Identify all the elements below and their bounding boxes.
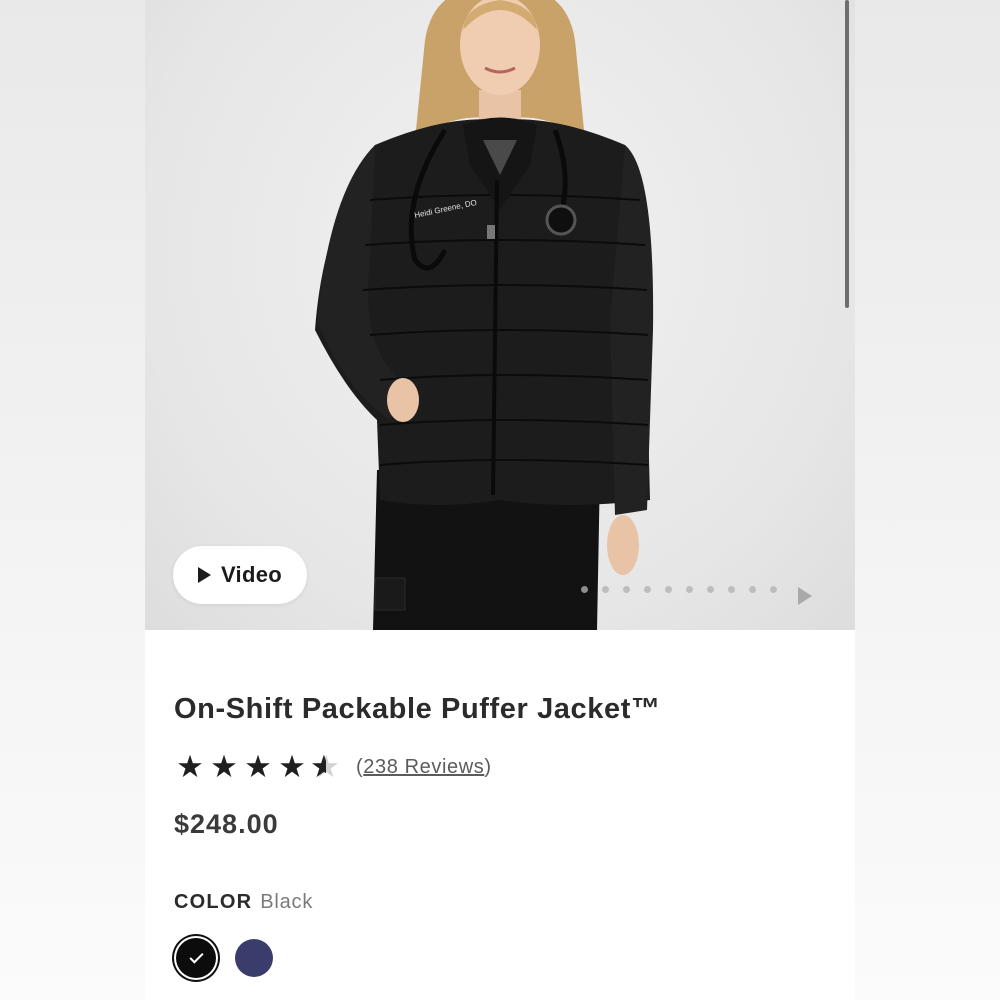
carousel-dot[interactable] bbox=[602, 586, 609, 593]
star-full-icon: ★ bbox=[210, 749, 238, 784]
swatch-navy[interactable] bbox=[235, 939, 273, 977]
product-price: $248.00 bbox=[174, 809, 279, 839]
carousel-dot[interactable] bbox=[770, 586, 777, 593]
check-icon bbox=[188, 948, 204, 964]
carousel-dot[interactable] bbox=[749, 586, 756, 593]
product-card: Heidi Greene, DO Video On-Shift Packable… bbox=[145, 0, 855, 1000]
star-full-icon: ★ bbox=[176, 749, 204, 784]
product-photo: Heidi Greene, DO bbox=[315, 0, 654, 630]
product-title: On-Shift Packable Puffer Jacket™ bbox=[174, 693, 661, 725]
play-icon bbox=[197, 567, 211, 583]
scrollbar-thumb[interactable] bbox=[845, 0, 849, 308]
product-image-carousel[interactable]: Heidi Greene, DO Video bbox=[145, 0, 855, 630]
carousel-dot[interactable] bbox=[623, 586, 630, 593]
page-background-right bbox=[855, 0, 1000, 1000]
color-selector-heading: COLOR Black bbox=[174, 891, 313, 914]
selected-color-name: Black bbox=[260, 891, 314, 913]
star-rating: ★ ★ ★ ★ ★ ★ bbox=[174, 750, 342, 784]
color-label: COLOR bbox=[174, 891, 253, 913]
page-background-left bbox=[0, 0, 145, 1000]
rating-row: ★ ★ ★ ★ ★ ★ (238 Reviews) bbox=[174, 750, 492, 784]
carousel-dot[interactable] bbox=[644, 586, 651, 593]
carousel-dots bbox=[581, 586, 777, 593]
color-swatches bbox=[174, 936, 273, 980]
carousel-dot[interactable] bbox=[728, 586, 735, 593]
carousel-next-arrow-icon[interactable] bbox=[798, 587, 812, 605]
carousel-dot[interactable] bbox=[665, 586, 672, 593]
star-half-icon: ★ ★ bbox=[310, 749, 340, 784]
video-button[interactable]: Video bbox=[173, 546, 307, 604]
reviews-link[interactable]: (238 Reviews) bbox=[356, 756, 492, 779]
star-full-icon: ★ bbox=[244, 749, 272, 784]
carousel-dot[interactable] bbox=[707, 586, 714, 593]
swatch-black[interactable] bbox=[174, 936, 218, 980]
carousel-dot[interactable] bbox=[581, 586, 588, 593]
star-full-icon: ★ bbox=[278, 749, 306, 784]
video-label: Video bbox=[220, 562, 282, 587]
carousel-dot[interactable] bbox=[686, 586, 693, 593]
